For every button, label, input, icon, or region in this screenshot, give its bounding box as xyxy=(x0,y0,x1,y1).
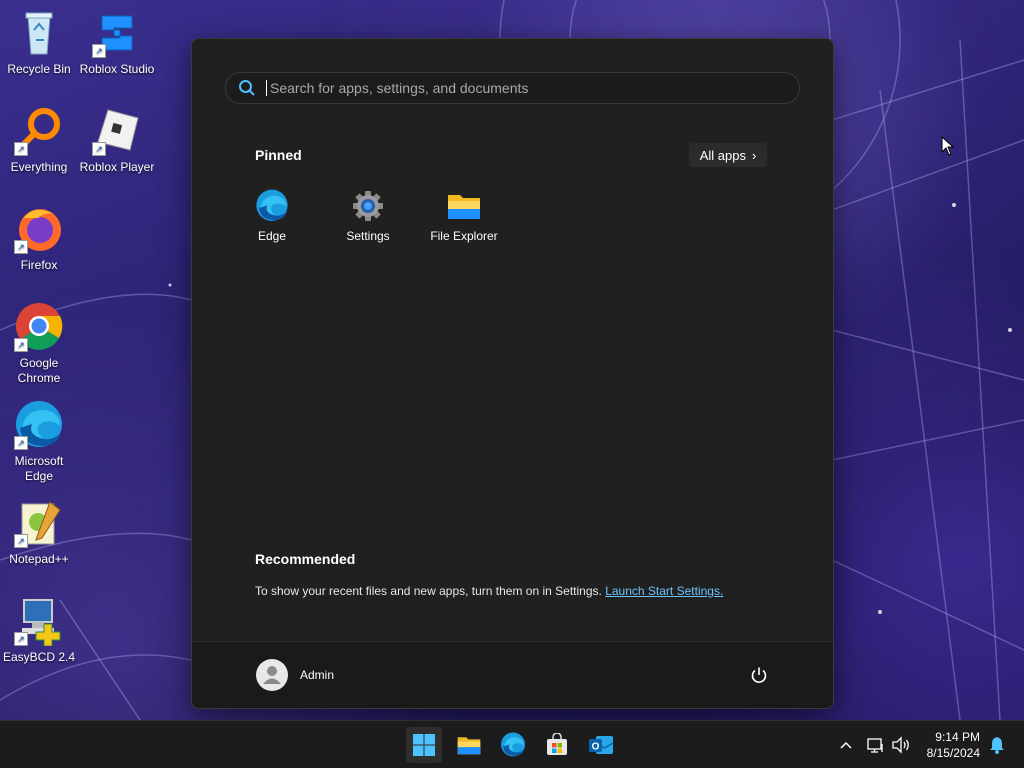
edge-icon xyxy=(256,189,288,221)
desktop-icon-label: Firefox xyxy=(20,258,58,272)
desktop-icon-label: EasyBCD 2.4 xyxy=(2,650,76,664)
desktop-icon-everything[interactable]: ↗ Everything xyxy=(0,106,78,175)
chevron-up-icon[interactable] xyxy=(836,735,856,755)
chrome-icon: ↗ xyxy=(14,302,64,352)
microsoft-store-icon xyxy=(547,733,567,755)
network-icon[interactable] xyxy=(866,735,886,755)
desktop-icon-label: Recycle Bin xyxy=(7,62,71,76)
desktop-icon-notepad-plus-plus[interactable]: ↗ Notepad++ xyxy=(0,498,78,567)
notepad-plus-plus-icon: ↗ xyxy=(14,498,64,548)
desktop-icon-roblox-player[interactable]: ↗ Roblox Player xyxy=(78,106,156,175)
taskbar-outlook[interactable]: O xyxy=(583,727,619,763)
taskbar-edge[interactable] xyxy=(495,727,531,763)
recommended-message: To show your recent files and new apps, … xyxy=(255,584,723,598)
system-clock[interactable]: 9:14 PM 8/15/2024 xyxy=(914,729,980,761)
desktop-icon-google-chrome[interactable]: ↗ Google Chrome xyxy=(0,302,78,386)
everything-search-icon: ↗ xyxy=(14,106,64,156)
edge-icon: ↗ xyxy=(14,400,64,450)
start-menu: Pinned All apps › Edge Settings File Exp… xyxy=(191,38,834,709)
pinned-app-edge[interactable]: Edge xyxy=(224,189,320,243)
shortcut-arrow-icon: ↗ xyxy=(92,44,106,58)
power-icon[interactable] xyxy=(750,666,768,684)
clock-date: 8/15/2024 xyxy=(926,746,980,760)
pinned-app-label: Settings xyxy=(346,229,390,243)
launch-start-settings-link[interactable]: Launch Start Settings. xyxy=(605,584,723,598)
shortcut-arrow-icon: ↗ xyxy=(92,142,106,156)
search-icon xyxy=(239,80,255,96)
pinned-app-file-explorer[interactable]: File Explorer xyxy=(416,189,512,243)
shortcut-arrow-icon: ↗ xyxy=(14,240,28,254)
notification-bell-icon[interactable] xyxy=(987,735,1007,755)
windows-logo-icon xyxy=(413,734,435,756)
file-explorer-folder-icon xyxy=(457,737,481,755)
desktop-icon-roblox-studio[interactable]: ↗ Roblox Studio xyxy=(78,8,156,77)
firefox-icon: ↗ xyxy=(14,204,64,254)
svg-text:O: O xyxy=(592,742,600,753)
shortcut-arrow-icon: ↗ xyxy=(14,534,28,548)
all-apps-label: All apps xyxy=(699,147,746,163)
pinned-app-label: Edge xyxy=(257,229,287,243)
taskbar-microsoft-store[interactable] xyxy=(539,727,575,763)
chevron-right-icon: › xyxy=(751,147,757,163)
recommended-text: To show your recent files and new apps, … xyxy=(255,584,602,598)
recommended-heading: Recommended xyxy=(255,551,356,567)
roblox-studio-icon: ↗ xyxy=(92,8,142,58)
edge-icon xyxy=(501,732,525,757)
desktop-icon-recycle-bin[interactable]: Recycle Bin xyxy=(0,8,78,77)
clock-time: 9:14 PM xyxy=(935,730,980,744)
pinned-app-label: File Explorer xyxy=(430,229,498,243)
desktop-icon-easybcd[interactable]: ↗ EasyBCD 2.4 xyxy=(0,596,78,665)
search-box[interactable] xyxy=(225,72,800,104)
desktop-icon-firefox[interactable]: ↗ Firefox xyxy=(0,204,78,273)
pinned-heading: Pinned xyxy=(255,147,302,163)
text-caret xyxy=(266,80,267,96)
taskbar-file-explorer[interactable] xyxy=(451,727,487,763)
shortcut-arrow-icon: ↗ xyxy=(14,142,28,156)
desktop-icon-label: Everything xyxy=(10,160,68,174)
user-avatar[interactable] xyxy=(256,659,288,691)
roblox-player-icon: ↗ xyxy=(92,106,142,156)
user-name[interactable]: Admin xyxy=(300,668,334,682)
shortcut-arrow-icon: ↗ xyxy=(14,632,28,646)
pinned-app-settings[interactable]: Settings xyxy=(320,189,416,243)
desktop-icon-label: Roblox Studio xyxy=(79,62,155,76)
desktop-icon-label: Microsoft Edge xyxy=(14,454,64,483)
start-button[interactable] xyxy=(406,727,442,763)
shortcut-arrow-icon: ↗ xyxy=(14,338,28,352)
file-explorer-folder-icon xyxy=(448,195,480,219)
desktop-icon-microsoft-edge[interactable]: ↗ Microsoft Edge xyxy=(0,400,78,484)
shortcut-arrow-icon: ↗ xyxy=(14,436,28,450)
easybcd-icon: ↗ xyxy=(14,596,64,647)
taskbar: O 9:14 PM 8/15/2024 xyxy=(0,720,1024,768)
all-apps-button[interactable]: All apps › xyxy=(689,143,767,167)
user-bar: Admin xyxy=(192,641,833,708)
search-input[interactable] xyxy=(268,79,772,97)
recycle-bin-icon xyxy=(14,8,64,58)
mouse-cursor-icon xyxy=(941,136,955,156)
desktop-icon-label: Notepad++ xyxy=(9,552,69,566)
desktop-icon-label: Roblox Player xyxy=(79,160,155,174)
desktop-icon-label: Google Chrome xyxy=(17,356,61,385)
volume-icon[interactable] xyxy=(891,735,911,755)
settings-gear-icon xyxy=(353,191,383,221)
outlook-icon: O xyxy=(589,736,614,754)
